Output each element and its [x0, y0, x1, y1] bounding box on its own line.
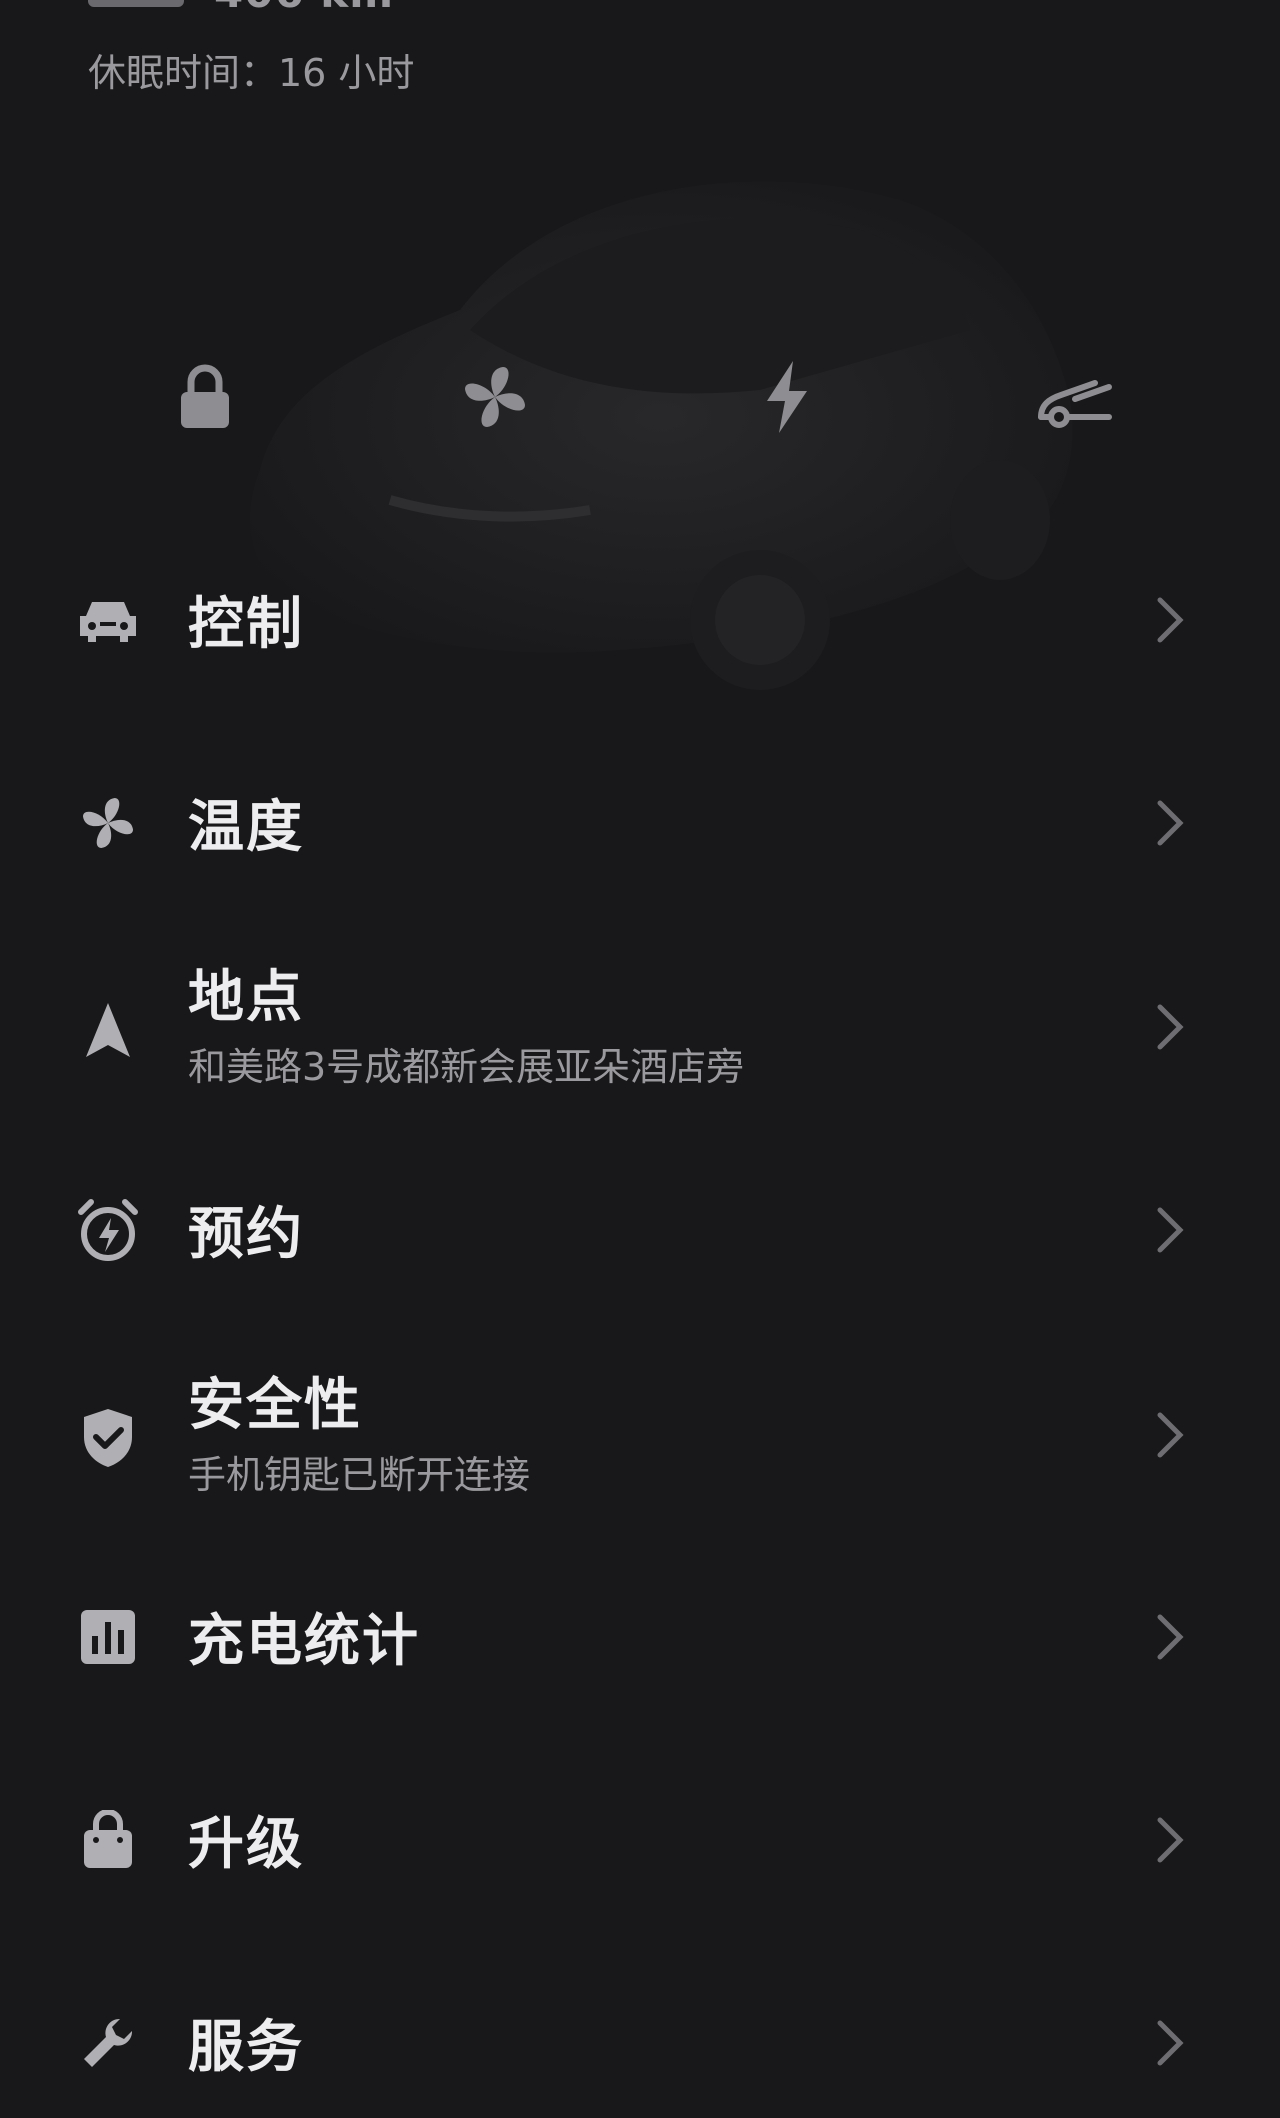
chevron-right-icon [1157, 2020, 1184, 2066]
car-icon [76, 588, 140, 652]
chevron-right-icon [1157, 1817, 1184, 1863]
menu-label: 控制 [188, 592, 304, 657]
menu-sublabel: 和美路3号成都新会展亚朵酒店旁 [188, 1045, 745, 1089]
lightning-icon [767, 361, 807, 433]
chevron-right-icon [1157, 1412, 1184, 1458]
quick-actions [0, 352, 1280, 442]
chevron-right-icon [1157, 1614, 1184, 1660]
menu-item-schedule[interactable]: 预约 [0, 1155, 1280, 1305]
menu-label: 温度 [188, 795, 304, 860]
bar-chart-icon [76, 1605, 140, 1669]
charge-button[interactable] [742, 352, 832, 442]
range-row: 406 km [88, 0, 394, 17]
menu-label: 预约 [188, 1202, 304, 1267]
menu-item-security[interactable]: 安全性 手机钥匙已断开连接 [0, 1360, 1280, 1520]
battery-icon [88, 0, 184, 7]
fan-icon [465, 367, 525, 427]
chevron-right-icon [1157, 800, 1184, 846]
navigation-arrow-icon [76, 998, 140, 1062]
trunk-button[interactable] [1030, 352, 1120, 442]
shield-check-icon [76, 1406, 140, 1470]
menu-label: 地点 [188, 965, 304, 1030]
chevron-right-icon [1157, 1207, 1184, 1253]
range-text: 406 km [214, 0, 394, 17]
lock-icon [181, 364, 229, 428]
lock-button[interactable] [160, 352, 250, 442]
menu-label: 服务 [188, 2015, 304, 2080]
climate-button[interactable] [450, 352, 540, 442]
menu-item-charging-stats[interactable]: 充电统计 [0, 1562, 1280, 1712]
fan-icon [76, 791, 140, 855]
shopping-bag-icon [76, 1808, 140, 1872]
wrench-icon [76, 2011, 140, 2075]
menu-sublabel: 手机钥匙已断开连接 [188, 1453, 531, 1497]
menu-label: 升级 [188, 1812, 304, 1877]
chevron-right-icon [1157, 597, 1184, 643]
menu-label: 安全性 [188, 1373, 362, 1438]
menu-item-location[interactable]: 地点 和美路3号成都新会展亚朵酒店旁 [0, 952, 1280, 1112]
menu-label: 充电统计 [188, 1609, 420, 1674]
menu-item-climate[interactable]: 温度 [0, 748, 1280, 898]
menu-item-controls[interactable]: 控制 [0, 545, 1280, 695]
menu-item-service[interactable]: 服务 [0, 1968, 1280, 2118]
alarm-clock-icon [76, 1198, 140, 1262]
trunk-icon [1038, 380, 1112, 428]
sleep-time: 休眠时间：16 小时 [88, 51, 415, 95]
menu-item-upgrades[interactable]: 升级 [0, 1765, 1280, 1915]
chevron-right-icon [1157, 1004, 1184, 1050]
